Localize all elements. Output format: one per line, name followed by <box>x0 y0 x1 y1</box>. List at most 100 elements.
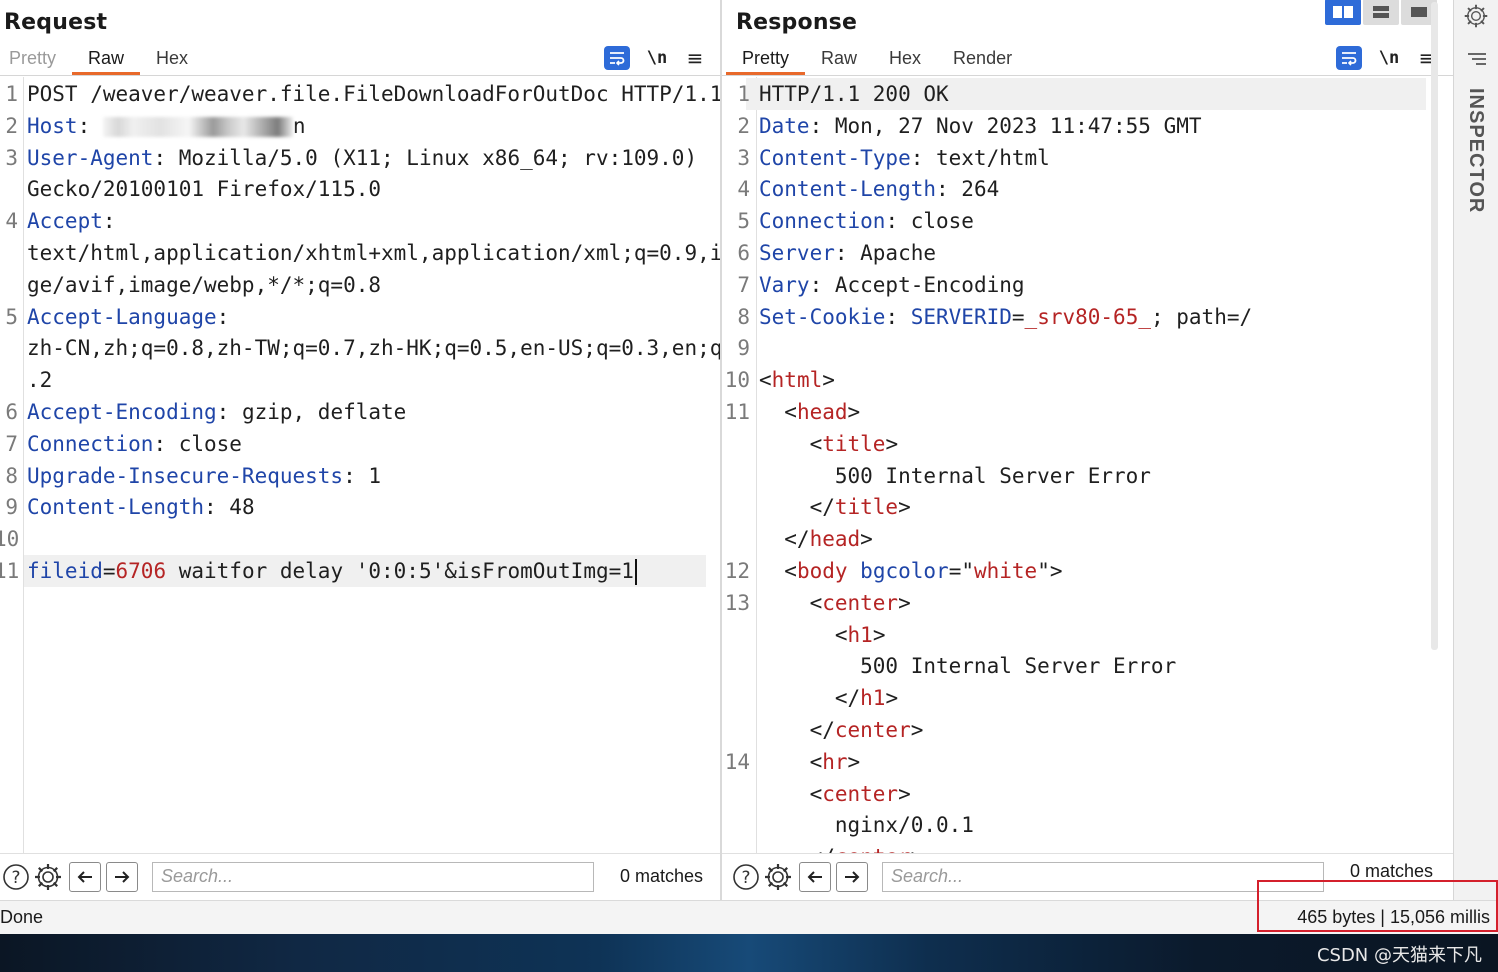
code-token: 500 Internal Server Error <box>759 654 1177 679</box>
code-text: HTTP/1.1 200 OK <box>759 78 949 110</box>
code-token: title <box>834 495 899 520</box>
code-text: nginx/0.0.1 <box>759 809 974 841</box>
redacted-host <box>102 116 293 137</box>
line-number: 4 <box>737 177 750 202</box>
code-text: <h1> <box>759 619 886 651</box>
code-token: POST /weaver/weaver.file.FileDownloadFor… <box>27 82 720 106</box>
search-prev-button[interactable] <box>799 861 831 892</box>
code-token: white <box>973 559 1038 583</box>
code-token: 500 Internal Server Error <box>759 463 1151 488</box>
search-prev-button[interactable] <box>69 861 101 892</box>
response-title: Response <box>736 10 858 35</box>
code-token: n <box>292 113 306 138</box>
search-next-button[interactable] <box>106 861 138 892</box>
code-token: html <box>771 368 823 393</box>
code-token: < <box>759 559 797 583</box>
code-text: <center> <box>759 778 911 810</box>
code-token: head <box>809 527 861 552</box>
code-token: </ <box>759 686 861 711</box>
line-number: 2 <box>5 113 18 138</box>
code-text: Content-Length: 264 <box>759 173 999 205</box>
settings-gear-icon[interactable] <box>762 861 794 893</box>
menu-icon[interactable]: ≡ <box>684 48 706 68</box>
newline-toggle-icon[interactable]: \n <box>1376 48 1402 68</box>
line-number: 9 <box>5 495 18 520</box>
line-number: 8 <box>737 304 750 329</box>
code-token: : close <box>885 209 974 234</box>
line-number: 11 <box>0 559 20 583</box>
word-wrap-icon[interactable] <box>604 46 630 70</box>
watermark-text: CSDN @天猫来下凡 <box>1316 945 1482 966</box>
code-token: Set-Cookie <box>759 304 886 329</box>
code-text: text/html,application/xhtml+xml,applicat… <box>27 237 720 269</box>
code-text: Date: Mon, 27 Nov 2023 11:47:55 GMT <box>759 110 1202 142</box>
line-number: 3 <box>5 145 18 170</box>
response-scrollbar[interactable] <box>1431 2 1438 650</box>
request-tab-hex[interactable]: Hex <box>140 44 204 76</box>
newline-toggle-icon[interactable]: \n <box>644 48 670 68</box>
code-token: > <box>872 622 886 647</box>
code-token: </ <box>759 845 835 853</box>
code-text: </center> <box>759 714 924 746</box>
response-tab-raw[interactable]: Raw <box>805 44 873 76</box>
line-number: 7 <box>737 272 750 297</box>
code-text: Set-Cookie: SERVERID=_srv80-65_; path=/ <box>759 301 1252 333</box>
request-tab-raw[interactable]: Raw <box>72 44 141 76</box>
code-text: User-Agent: Mozilla/5.0 (X11; Linux x86_… <box>27 142 697 174</box>
line-number: 3 <box>737 145 750 170</box>
code-token: : <box>77 113 103 138</box>
request-tabs: Pretty Raw Hex <box>0 44 204 76</box>
line-number: 10 <box>724 368 750 393</box>
line-number: 4 <box>5 209 18 234</box>
response-tab-hex[interactable]: Hex <box>873 44 937 76</box>
search-next-button[interactable] <box>836 861 868 892</box>
code-token: .2 <box>27 368 53 393</box>
inspector-tab-label[interactable]: INSPECTOR <box>1464 88 1487 213</box>
code-token: > <box>885 686 899 711</box>
help-icon[interactable]: ? <box>730 861 762 893</box>
request-title: Request <box>4 10 108 35</box>
code-token: < <box>759 781 823 806</box>
side-by-side-layout-icon[interactable] <box>1325 0 1361 25</box>
request-search-input[interactable] <box>152 861 594 892</box>
word-wrap-icon[interactable] <box>1336 46 1362 70</box>
code-token: > <box>847 400 861 424</box>
code-token: "> <box>1037 559 1063 583</box>
code-token: fileid <box>27 559 103 583</box>
code-token: head <box>796 400 848 424</box>
code-text: <hr> <box>759 746 861 778</box>
code-text: </h1> <box>759 682 898 714</box>
settings-gear-icon[interactable] <box>32 861 64 893</box>
inspector-list-icon[interactable] <box>1466 50 1488 72</box>
help-icon[interactable]: ? <box>0 861 32 893</box>
inspector-settings-icon[interactable] <box>1463 3 1489 33</box>
code-token: = <box>102 559 116 583</box>
code-text: Server: Apache <box>759 237 936 269</box>
code-token: </ <box>759 495 835 520</box>
code-token: < <box>759 431 823 456</box>
stacked-layout-icon[interactable] <box>1363 0 1399 25</box>
code-token: : 1 <box>343 463 382 488</box>
response-tab-render[interactable]: Render <box>937 44 1028 76</box>
code-token: zh-CN,zh;q=0.8,zh-TW;q=0.7,zh-HK;q=0.5,e… <box>27 336 720 361</box>
code-token: Gecko/20100101 Firefox/115.0 <box>27 177 382 202</box>
code-text: Connection: close <box>759 205 974 237</box>
code-text: 500 Internal Server Error <box>759 650 1176 682</box>
code-token: nginx/0.0.1 <box>759 813 974 838</box>
response-match-count: 0 matches <box>1350 861 1434 881</box>
code-token: : close <box>153 431 242 456</box>
request-editor[interactable]: 1 POST /weaver/weaver.file.FileDownloadFo… <box>0 77 720 853</box>
response-editor[interactable]: 1 HTTP/1.1 200 OK 2 Date: Mon, 27 Nov 2023 … <box>722 77 1453 853</box>
line-number: 7 <box>5 431 18 456</box>
code-token: 6706 <box>115 559 167 583</box>
code-token: > <box>860 527 873 552</box>
code-token: < <box>759 622 848 647</box>
request-tab-pretty[interactable]: Pretty <box>0 44 72 76</box>
response-tab-pretty[interactable]: Pretty <box>726 44 806 76</box>
code-token: User-Agent <box>27 145 154 170</box>
line-number: 1 <box>737 82 750 106</box>
code-token: Connection <box>27 431 154 456</box>
code-token: > <box>898 781 911 806</box>
request-toolbar: \n ≡ <box>604 44 706 72</box>
request-pane: Request Pretty Raw Hex \n ≡ 1 POST /weave… <box>0 0 720 900</box>
